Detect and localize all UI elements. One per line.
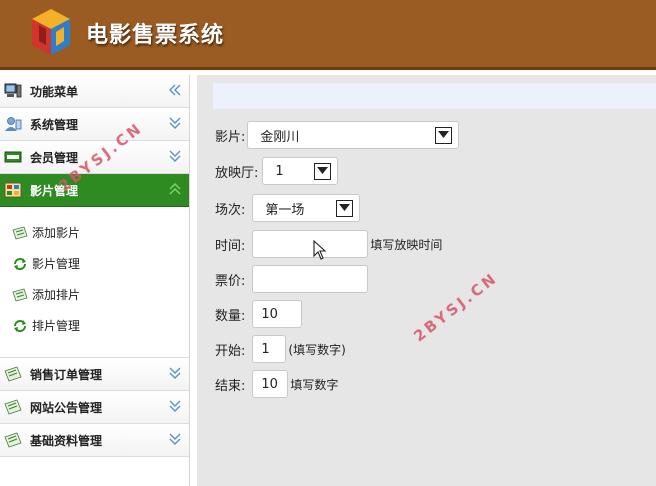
movie-label: 影片: (215, 129, 246, 145)
mouse-cursor-icon (313, 240, 327, 260)
add-note-icon (12, 226, 28, 239)
session-select-value: 第一场 (265, 202, 305, 218)
submenu-item-add-movie[interactable]: 添加影片 (0, 217, 189, 248)
quantity-label: 数量: (215, 308, 246, 324)
end-row: 结束: 10 填写数字 (215, 370, 338, 398)
refresh-icon (14, 319, 26, 332)
person-icon (5, 117, 22, 131)
hall-select-value: 1 (275, 163, 284, 179)
hall-select[interactable]: 1 (262, 157, 339, 185)
sidebar-item-label: 会员管理 (30, 150, 79, 165)
sidebar-item-function-menu[interactable]: 功能菜单 (0, 75, 189, 108)
time-hint: 填写放映时间 (370, 237, 443, 252)
sidebar-item-movies[interactable]: 影片管理 (0, 174, 189, 207)
end-hint: 填写数字 (290, 377, 339, 392)
add-note-icon (12, 288, 28, 301)
sidebar-item-sales-orders[interactable]: 销售订单管理 (0, 358, 189, 391)
app-title: 电影售票系统 (86, 23, 225, 48)
double-chevron-up-icon[interactable] (169, 183, 181, 195)
submenu-item-add-schedule[interactable]: 添加排片 (0, 279, 189, 310)
price-label: 票价: (215, 273, 246, 289)
session-select[interactable]: 第一场 (252, 194, 361, 222)
double-chevron-down-icon[interactable] (169, 367, 181, 379)
computer-icon (4, 83, 22, 98)
card-icon (4, 151, 22, 163)
sidebar-item-label: 基础资料管理 (30, 433, 103, 448)
chevron-down-icon (314, 162, 332, 180)
time-row: 时间: 填写放映时间 (215, 230, 442, 258)
chevron-down-icon (435, 126, 453, 144)
submenu-item-label: 排片管理 (32, 319, 81, 333)
note-icon (4, 366, 22, 382)
end-label: 结束: (215, 378, 246, 394)
content-topbar (213, 83, 656, 109)
submenu-item-movie-management[interactable]: 影片管理 (0, 248, 189, 279)
hall-label: 放映厅: (215, 165, 259, 181)
sidebar-item-label: 功能菜单 (30, 84, 79, 99)
hall-row: 放映厅: 1 (215, 157, 339, 185)
double-chevron-down-icon[interactable] (169, 400, 181, 412)
app-logo (32, 9, 70, 55)
sidebar-item-site-announcements[interactable]: 网站公告管理 (0, 391, 189, 424)
start-input[interactable]: 1 (252, 335, 287, 363)
start-hint: (填写数字) (288, 342, 346, 357)
movies-submenu: 添加影片 影片管理 添加排片 排片管理 (0, 207, 189, 358)
main-content: 影片: 金刚川 放映厅: 1 场次: 第一场 时间: 填写放映时间 票价: 数量… (197, 75, 656, 486)
price-row: 票价: (215, 265, 369, 293)
sidebar-item-label: 销售订单管理 (30, 367, 103, 382)
time-label: 时间: (215, 238, 246, 254)
sidebar-item-label: 系统管理 (30, 117, 79, 132)
double-chevron-left-icon[interactable] (169, 84, 181, 96)
quantity-row: 数量: 10 (215, 300, 303, 328)
app-header: 电影售票系统 (0, 0, 656, 70)
sidebar-item-system[interactable]: 系统管理 (0, 108, 189, 141)
session-label: 场次: (215, 202, 246, 218)
submenu-item-label: 添加影片 (32, 226, 81, 240)
movie-select-value: 金刚川 (260, 129, 300, 145)
movie-select[interactable]: 金刚川 (247, 121, 460, 149)
movie-row: 影片: 金刚川 (215, 121, 460, 149)
price-input[interactable] (252, 265, 369, 293)
submenu-item-label: 添加排片 (32, 288, 81, 302)
quantity-input[interactable]: 10 (252, 300, 303, 328)
refresh-icon (14, 257, 26, 270)
double-chevron-down-icon[interactable] (169, 433, 181, 445)
double-chevron-down-icon[interactable] (169, 150, 181, 162)
chevron-down-icon (336, 199, 354, 217)
start-row: 开始: 1 (填写数字) (215, 335, 346, 363)
submenu-item-schedule-management[interactable]: 排片管理 (0, 310, 189, 341)
time-input[interactable] (252, 230, 369, 258)
sidebar-item-basic-data[interactable]: 基础资料管理 (0, 424, 189, 457)
start-label: 开始: (215, 343, 246, 359)
end-input[interactable]: 10 (252, 370, 289, 398)
film-icon (4, 182, 22, 198)
sidebar-item-label: 网站公告管理 (30, 400, 103, 415)
double-chevron-down-icon[interactable] (169, 117, 181, 129)
submenu-item-label: 影片管理 (32, 257, 81, 271)
note-icon (4, 432, 22, 448)
note-icon (4, 399, 22, 415)
session-row: 场次: 第一场 (215, 194, 361, 222)
sidebar: 功能菜单 系统管理 会员管理 影片管理 添加影片 影片管理 添加排片 排片管理 … (0, 75, 190, 486)
